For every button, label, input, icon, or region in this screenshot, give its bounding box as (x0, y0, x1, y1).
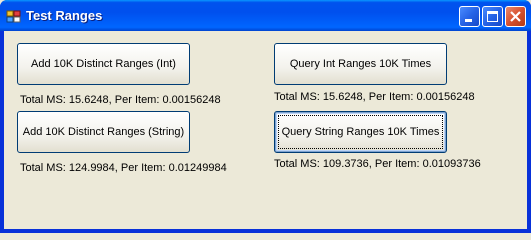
add-int-ranges-button[interactable]: Add 10K Distinct Ranges (Int) (17, 43, 190, 85)
maximize-icon (487, 11, 498, 22)
minimize-button[interactable] (459, 6, 480, 27)
add-string-ranges-label: Add 10K Distinct Ranges (String) (22, 126, 185, 138)
add-string-result-text: Total MS: 124.9984, Per Item: 0.01249984 (20, 162, 227, 174)
add-string-ranges-button[interactable]: Add 10K Distinct Ranges (String) (17, 111, 190, 153)
query-string-ranges-label: Query String Ranges 10K Times (281, 126, 440, 138)
client-area: Add 10K Distinct Ranges (Int) Total MS: … (4, 31, 527, 229)
query-string-result-text: Total MS: 109.3736, Per Item: 0.01093736 (274, 158, 481, 170)
close-icon (510, 11, 521, 22)
maximize-button[interactable] (482, 6, 503, 27)
app-icon[interactable] (6, 8, 22, 24)
close-button[interactable] (505, 6, 526, 27)
add-int-result-text: Total MS: 15.6248, Per Item: 0.00156248 (20, 94, 221, 106)
add-int-ranges-label: Add 10K Distinct Ranges (Int) (31, 58, 176, 70)
window-title: Test Ranges (26, 8, 103, 23)
query-int-ranges-button[interactable]: Query Int Ranges 10K Times (274, 43, 447, 85)
minimize-icon (465, 19, 472, 22)
title-bar[interactable]: Test Ranges (0, 0, 531, 31)
query-int-result-text: Total MS: 15.6248, Per Item: 0.00156248 (274, 91, 475, 103)
app-window: Test Ranges Add 10K Distinct Ranges (Int… (0, 0, 531, 233)
query-int-ranges-label: Query Int Ranges 10K Times (289, 58, 432, 70)
query-string-ranges-button[interactable]: Query String Ranges 10K Times (274, 111, 447, 153)
